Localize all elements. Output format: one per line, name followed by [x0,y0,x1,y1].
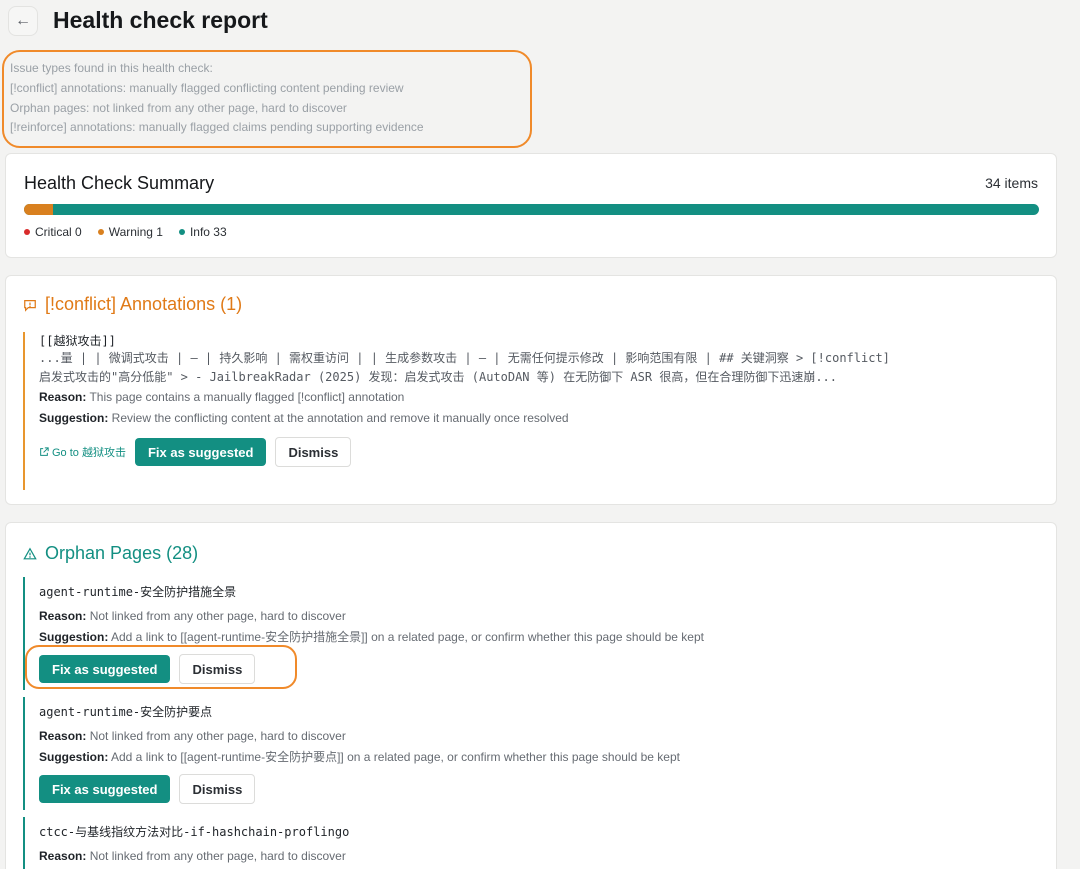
legend-critical: Critical 0 [24,225,82,239]
entry-title: [[越狱攻击]] [39,334,116,348]
legend-info-label: Info 33 [189,225,227,239]
issue-types-note: Issue types found in this health check: … [2,50,532,148]
back-button[interactable]: ← [8,6,38,36]
conflict-section-heading: [!conflict] Annotations (1) [23,294,242,315]
dismiss-button[interactable]: Dismiss [179,654,256,684]
fix-as-suggested-button[interactable]: Fix as suggested [134,438,267,466]
conflict-section-title: [!conflict] Annotations (1) [45,294,243,314]
orphan-entry: ctcc-与基线指纹方法对比-if-hashchain-proflingo Re… [23,817,1043,869]
warning-dot-icon [97,229,104,235]
issue-type-line: [!reinforce] annotations: manually flagg… [10,120,424,135]
conflict-annotations-card: [!conflict] Annotations (1) [[越狱攻击]] ...… [5,275,1057,505]
entry-title: agent-runtime-安全防护要点 [39,705,213,719]
orphan-entry: agent-runtime-安全防护措施全景 Reason: Not linke… [23,577,1043,690]
entry-reason: Reason: Not linked from any other page, … [39,849,346,863]
summary-title: Health Check Summary [24,173,215,193]
issue-type-line: Orphan pages: not linked from any other … [10,100,347,115]
entry-suggestion: Suggestion: Add a link to [[agent-runtim… [39,750,680,764]
summary-card: Health Check Summary 34 items Critical 0… [5,153,1057,258]
severity-bar-warning-segment [24,204,54,215]
orphan-pages-card: Orphan Pages (28) agent-runtime-安全防护措施全景… [5,522,1057,869]
orphan-section-title: Orphan Pages (28) [45,543,199,563]
entry-reason: Reason: Not linked from any other page, … [39,729,346,743]
entry-actions: Fix as suggested Dismiss [39,774,1043,804]
entry-title: ctcc-与基线指纹方法对比-if-hashchain-proflingo [39,825,350,839]
comment-alert-icon [24,299,36,312]
entry-reason: Reason: This page contains a manually fl… [39,390,405,404]
goto-page-label: Go to 越狱攻击 [52,447,126,459]
entry-actions: Fix as suggested Dismiss [39,654,1043,684]
fix-as-suggested-button[interactable]: Fix as suggested [39,775,171,803]
severity-bar [24,204,1039,215]
orphan-section-heading: Orphan Pages (28) [23,543,198,564]
orphan-entry: agent-runtime-安全防护要点 Reason: Not linked … [23,697,1043,810]
excerpt-line: ...量 | | 微调式攻击 | — | 持久影响 | 需权重访问 | | 生成… [39,351,890,365]
page-header: ← Health check report [0,0,1080,44]
entry-excerpt: ...量 | | 微调式攻击 | — | 持久影响 | 需权重访问 | | 生成… [39,349,1043,387]
summary-item-count: 34 items [985,175,1038,191]
legend-warning: Warning 1 [97,225,163,239]
dismiss-button[interactable]: Dismiss [275,437,352,467]
issue-type-line: [!conflict] annotations: manually flagge… [10,80,404,95]
dismiss-button[interactable]: Dismiss [179,774,256,804]
severity-legend: Critical 0 Warning 1 Info 33 [24,225,227,239]
excerpt-line: 启发式攻击的"高分低能" > - JailbreakRadar (2025) 发… [39,370,838,384]
info-dot-icon [178,229,185,235]
external-link-icon [40,447,49,456]
legend-info: Info 33 [178,225,227,239]
fix-as-suggested-button[interactable]: Fix as suggested [39,655,171,683]
entry-suggestion: Suggestion: Review the conflicting conte… [39,411,569,425]
legend-warning-label: Warning 1 [108,225,163,239]
issue-types-heading: Issue types found in this health check: [10,61,213,75]
legend-critical-label: Critical 0 [35,225,82,239]
entry-title: agent-runtime-安全防护措施全景 [39,585,237,599]
conflict-entry: [[越狱攻击]] ...量 | | 微调式攻击 | — | 持久影响 | 需权重… [23,332,1043,490]
entry-reason: Reason: Not linked from any other page, … [39,609,346,623]
entry-actions: Go to 越狱攻击 Fix as suggested Dismiss [39,437,1043,467]
warning-triangle-icon [23,547,37,559]
critical-dot-icon [24,229,30,235]
goto-page-link[interactable]: Go to 越狱攻击 [39,444,126,460]
entry-suggestion: Suggestion: Add a link to [[agent-runtim… [39,630,704,644]
back-arrow-icon: ← [15,12,31,29]
page-title: Health check report [53,7,268,33]
